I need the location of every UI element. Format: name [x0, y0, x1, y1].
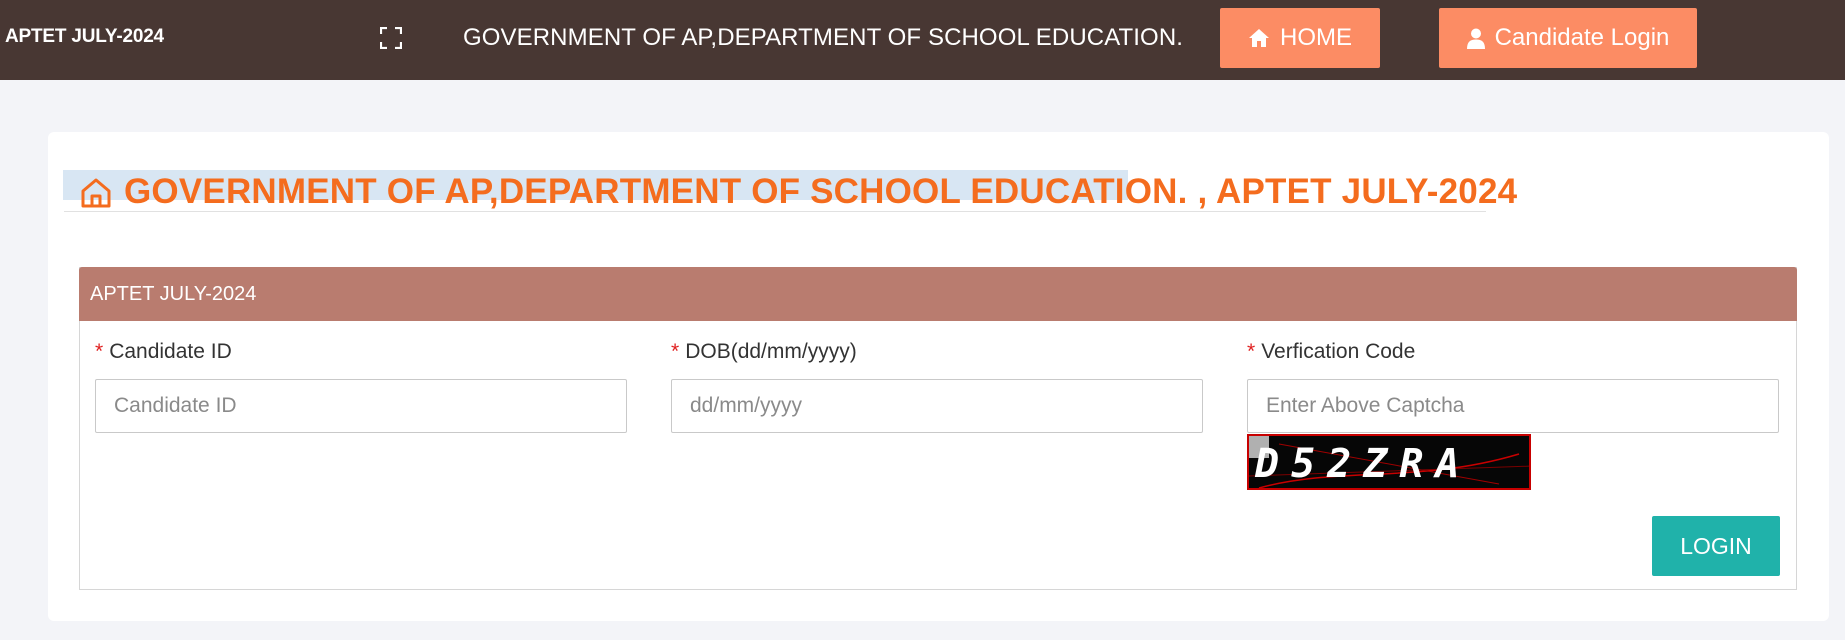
- dob-label-text: DOB(dd/mm/yyyy): [685, 340, 857, 363]
- home-button-label: HOME: [1280, 24, 1352, 51]
- login-button[interactable]: LOGIN: [1652, 516, 1780, 576]
- candidate-id-input[interactable]: [95, 379, 627, 433]
- verification-code-label-text: Verfication Code: [1261, 340, 1416, 363]
- dob-input[interactable]: [671, 379, 1203, 433]
- top-navbar: APTET JULY-2024 GOVERNMENT OF AP,DEPARTM…: [0, 0, 1845, 80]
- candidate-id-label: * Candidate ID: [95, 340, 232, 364]
- page-title: GOVERNMENT OF AP,DEPARTMENT OF SCHOOL ED…: [124, 172, 1518, 211]
- captcha-image: D52ZRA: [1247, 434, 1531, 490]
- main-card: GOVERNMENT OF AP,DEPARTMENT OF SCHOOL ED…: [48, 132, 1829, 621]
- panel-header: APTET JULY-2024: [79, 267, 1797, 321]
- required-marker: *: [671, 340, 680, 363]
- home-icon: [1249, 29, 1269, 47]
- panel-title: APTET JULY-2024: [90, 283, 257, 305]
- page-heading-container: GOVERNMENT OF AP,DEPARTMENT OF SCHOOL ED…: [63, 170, 1517, 212]
- dob-label: * DOB(dd/mm/yyyy): [671, 340, 857, 364]
- required-marker: *: [1247, 340, 1256, 363]
- verification-code-label: * Verfication Code: [1247, 340, 1415, 364]
- required-marker: *: [95, 340, 104, 363]
- home-button[interactable]: HOME: [1220, 8, 1380, 68]
- captcha-text: D52ZRA: [1255, 441, 1472, 487]
- login-panel: APTET JULY-2024 *Candidate ID *DOB(dd/mm…: [79, 267, 1797, 590]
- fullscreen-icon[interactable]: [380, 27, 402, 49]
- candidate-login-button[interactable]: Candidate Login: [1439, 8, 1697, 68]
- captcha-input[interactable]: [1247, 379, 1779, 433]
- user-icon: [1466, 28, 1485, 49]
- candidate-id-label-text: Candidate ID: [109, 340, 232, 363]
- header-title: GOVERNMENT OF AP,DEPARTMENT OF SCHOOL ED…: [463, 24, 1184, 51]
- candidate-login-label: Candidate Login: [1494, 24, 1670, 51]
- brand-title[interactable]: APTET JULY-2024: [5, 26, 164, 48]
- home-outline-icon: [81, 178, 111, 208]
